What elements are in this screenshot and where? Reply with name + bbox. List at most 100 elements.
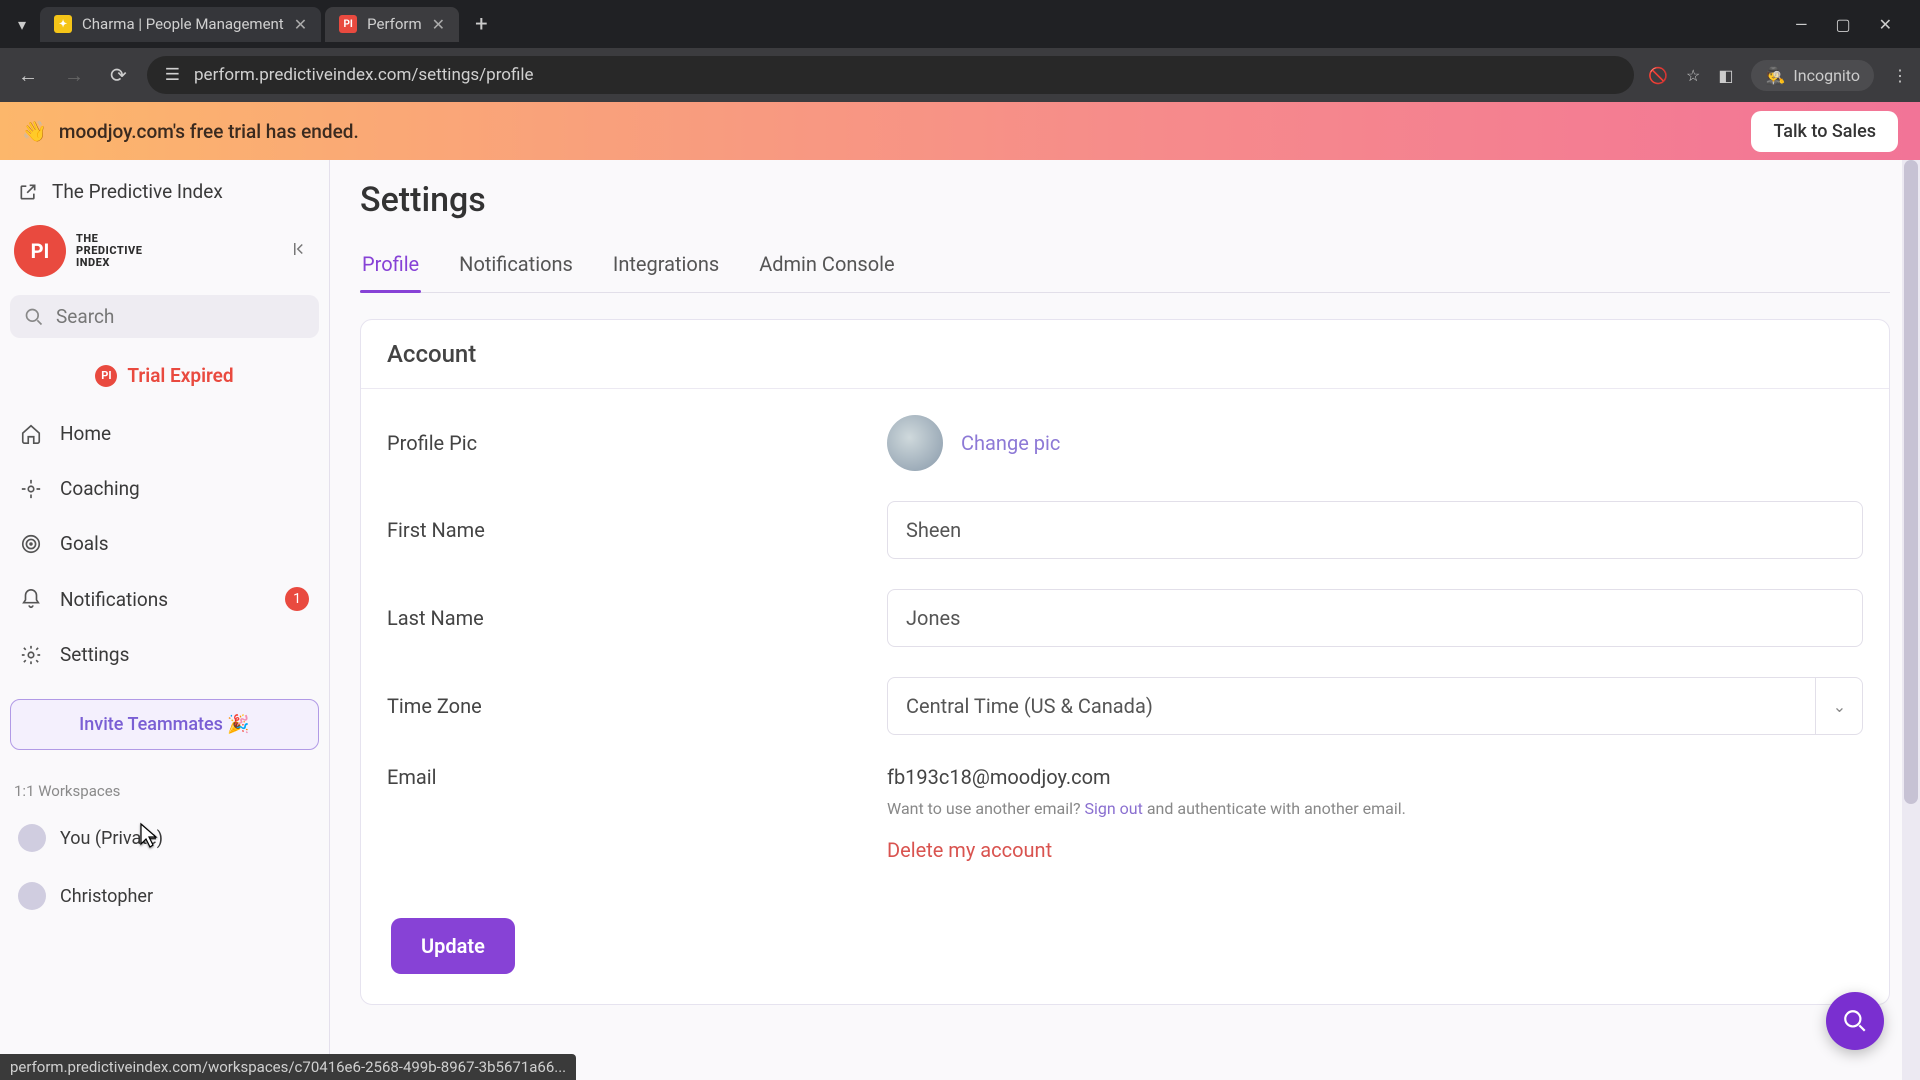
avatar xyxy=(18,824,46,852)
collapse-sidebar-icon[interactable] xyxy=(285,234,315,268)
invite-teammates-button[interactable]: Invite Teammates 🎉 xyxy=(10,699,319,750)
email-label: Email xyxy=(387,765,887,789)
browser-tab-strip: ▾ ✦ Charma | People Management ✕ PI Perf… xyxy=(0,0,1920,48)
sign-out-link[interactable]: Sign out xyxy=(1085,799,1143,818)
tab-profile[interactable]: Profile xyxy=(360,244,421,292)
tab-favicon: ✦ xyxy=(54,15,72,33)
sidebar: The Predictive Index PI THE PREDICTIVE I… xyxy=(0,160,330,1080)
search-help-icon xyxy=(1842,1008,1868,1034)
tab-admin-console[interactable]: Admin Console xyxy=(757,244,896,292)
first-name-input[interactable] xyxy=(887,501,1863,559)
incognito-label: Incognito xyxy=(1793,66,1860,85)
tab-title: Perform xyxy=(367,15,422,33)
top-link-label: The Predictive Index xyxy=(52,180,223,203)
sidebar-item-goals[interactable]: Goals xyxy=(10,519,319,568)
timezone-label: Time Zone xyxy=(387,694,887,718)
first-name-label: First Name xyxy=(387,518,887,542)
incognito-indicator[interactable]: 🕵 Incognito xyxy=(1751,60,1874,91)
update-button[interactable]: Update xyxy=(391,918,515,974)
logo-icon: PI xyxy=(14,225,66,277)
workspace-item[interactable]: Christopher xyxy=(10,870,319,922)
main-content: Settings Profile Notifications Integrati… xyxy=(330,160,1920,1080)
page-title: Settings xyxy=(360,180,1890,220)
close-window-icon[interactable]: ✕ xyxy=(1879,15,1892,34)
menu-icon[interactable]: ⋮ xyxy=(1892,66,1908,85)
close-icon[interactable]: ✕ xyxy=(432,15,445,34)
profile-pic-label: Profile Pic xyxy=(387,431,887,455)
scroll-thumb[interactable] xyxy=(1904,160,1918,804)
vertical-scrollbar[interactable] xyxy=(1902,160,1920,1080)
notification-count-badge: 1 xyxy=(285,587,309,611)
bookmark-icon[interactable]: ☆ xyxy=(1686,66,1700,85)
external-link-predictive-index[interactable]: The Predictive Index xyxy=(10,172,319,211)
last-name-input[interactable] xyxy=(887,589,1863,647)
coaching-icon xyxy=(20,478,42,500)
page-viewport: 👋 moodjoy.com's free trial has ended. Ta… xyxy=(0,102,1920,1080)
external-link-icon xyxy=(18,182,38,202)
logo-row: PI THE PREDICTIVE INDEX xyxy=(10,217,319,285)
browser-tab-active[interactable]: PI Perform ✕ xyxy=(325,7,459,42)
workspace-label: Christopher xyxy=(60,886,153,907)
url-input[interactable]: ☰ perform.predictiveindex.com/settings/p… xyxy=(147,56,1634,94)
sidebar-item-notifications[interactable]: Notifications 1 xyxy=(10,574,319,624)
search-icon xyxy=(24,307,44,327)
last-name-label: Last Name xyxy=(387,606,887,630)
sidebar-item-label: Notifications xyxy=(60,588,168,611)
change-pic-link[interactable]: Change pic xyxy=(961,431,1060,455)
forward-icon[interactable]: → xyxy=(58,57,90,94)
sidebar-item-coaching[interactable]: Coaching xyxy=(10,464,319,513)
trial-expired-label: Trial Expired xyxy=(127,364,233,387)
talk-to-sales-button[interactable]: Talk to Sales xyxy=(1751,111,1898,152)
wave-icon: 👋 xyxy=(22,119,47,143)
tab-notifications[interactable]: Notifications xyxy=(457,244,575,292)
side-panel-icon[interactable]: ◧ xyxy=(1718,66,1733,85)
maximize-icon[interactable]: ▢ xyxy=(1835,15,1850,34)
tab-search-dropdown[interactable]: ▾ xyxy=(8,9,36,40)
home-icon xyxy=(20,423,42,445)
workspace-item[interactable]: You (Private) xyxy=(10,812,319,864)
trial-expired-indicator[interactable]: PI Trial Expired xyxy=(10,354,319,403)
tab-integrations[interactable]: Integrations xyxy=(611,244,721,292)
site-info-icon[interactable]: ☰ xyxy=(165,65,180,85)
sidebar-item-label: Settings xyxy=(60,643,129,666)
account-heading: Account xyxy=(361,320,1889,389)
tab-title: Charma | People Management xyxy=(82,15,284,33)
status-bar-url: perform.predictiveindex.com/workspaces/c… xyxy=(0,1054,576,1080)
window-controls: — ▢ ✕ xyxy=(1795,15,1912,34)
close-icon[interactable]: ✕ xyxy=(294,15,307,34)
minimize-icon[interactable]: — xyxy=(1795,15,1808,34)
gear-icon xyxy=(20,644,42,666)
workspace-label: You (Private) xyxy=(60,828,163,849)
avatar xyxy=(887,415,943,471)
banner-text: moodjoy.com's free trial has ended. xyxy=(59,120,359,143)
email-hint: Want to use another email? Sign out and … xyxy=(887,799,1863,818)
eye-off-icon[interactable]: 🚫 xyxy=(1648,66,1668,85)
browser-tab[interactable]: ✦ Charma | People Management ✕ xyxy=(40,7,321,42)
sidebar-item-home[interactable]: Home xyxy=(10,409,319,458)
back-icon[interactable]: ← xyxy=(12,57,44,94)
timezone-select[interactable] xyxy=(887,677,1863,735)
search-input[interactable]: Search xyxy=(10,295,319,338)
sidebar-item-settings[interactable]: Settings xyxy=(10,630,319,679)
bell-icon xyxy=(20,588,42,610)
avatar xyxy=(18,882,46,910)
delete-account-link[interactable]: Delete my account xyxy=(887,838,1863,862)
search-placeholder: Search xyxy=(56,305,114,328)
help-fab-button[interactable] xyxy=(1826,992,1884,1050)
account-card: Account Profile Pic Change pic First Nam… xyxy=(360,319,1890,1005)
sidebar-item-label: Coaching xyxy=(60,477,140,500)
trial-ended-banner: 👋 moodjoy.com's free trial has ended. Ta… xyxy=(0,102,1920,160)
email-value: fb193c18@moodjoy.com xyxy=(887,765,1863,789)
settings-tabs: Profile Notifications Integrations Admin… xyxy=(360,244,1890,293)
reload-icon[interactable]: ⟳ xyxy=(104,57,133,93)
incognito-icon: 🕵 xyxy=(1765,66,1785,85)
tab-favicon: PI xyxy=(339,15,357,33)
logo-text: THE PREDICTIVE INDEX xyxy=(76,233,142,269)
workspaces-heading: 1:1 Workspaces xyxy=(10,770,319,806)
sidebar-item-label: Goals xyxy=(60,532,109,555)
sidebar-item-label: Home xyxy=(60,422,111,445)
url-text: perform.predictiveindex.com/settings/pro… xyxy=(194,65,534,85)
new-tab-button[interactable]: + xyxy=(463,12,499,37)
goals-icon xyxy=(20,533,42,555)
browser-address-bar: ← → ⟳ ☰ perform.predictiveindex.com/sett… xyxy=(0,48,1920,102)
